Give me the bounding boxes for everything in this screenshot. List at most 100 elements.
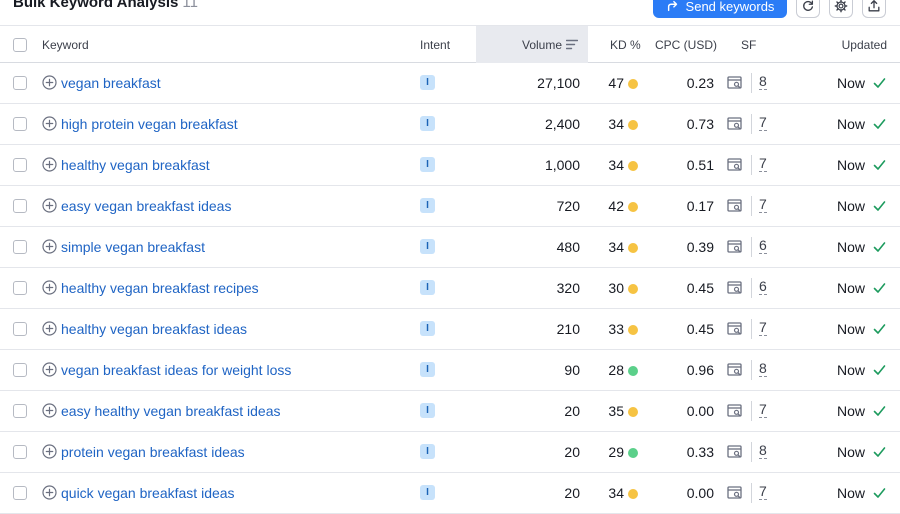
column-updated[interactable]: Updated: [842, 38, 887, 52]
select-all-checkbox[interactable]: [13, 38, 27, 52]
serp-features-icon[interactable]: [727, 117, 743, 131]
kd-difficulty-dot: [628, 448, 638, 458]
sf-count[interactable]: 6: [759, 238, 767, 254]
volume-value: 480: [556, 239, 580, 255]
sf-divider: [751, 319, 752, 339]
serp-features-icon[interactable]: [727, 281, 743, 295]
column-volume[interactable]: Volume: [522, 38, 562, 52]
kd-value: 34: [608, 485, 624, 501]
kd-value: 47: [608, 75, 624, 91]
kd-difficulty-dot: [628, 202, 638, 212]
row-checkbox[interactable]: [13, 281, 27, 295]
add-to-list-icon[interactable]: [42, 362, 57, 377]
volume-value: 2,400: [544, 116, 580, 132]
column-intent[interactable]: Intent: [420, 38, 450, 52]
keyword-link[interactable]: healthy vegan breakfast: [61, 157, 210, 173]
volume-value: 320: [556, 280, 580, 296]
serp-features-icon[interactable]: [727, 199, 743, 213]
add-to-list-icon[interactable]: [42, 280, 57, 295]
intent-badge: I: [420, 239, 435, 254]
add-to-list-icon[interactable]: [42, 321, 57, 336]
sf-count[interactable]: 7: [759, 115, 767, 131]
sf-count[interactable]: 8: [759, 74, 767, 90]
row-checkbox[interactable]: [13, 322, 27, 336]
kd-difficulty-dot: [628, 79, 638, 89]
row-checkbox[interactable]: [13, 404, 27, 418]
keyword-link[interactable]: healthy vegan breakfast ideas: [61, 321, 247, 337]
add-to-list-icon[interactable]: [42, 485, 57, 500]
sf-count[interactable]: 8: [759, 443, 767, 459]
updated-value: Now: [836, 198, 865, 214]
serp-features-icon[interactable]: [727, 240, 743, 254]
kd-difficulty-dot: [628, 120, 638, 130]
sf-count[interactable]: 7: [759, 320, 767, 336]
serp-features-icon[interactable]: [727, 158, 743, 172]
row-checkbox[interactable]: [13, 240, 27, 254]
sf-divider: [751, 114, 752, 134]
keyword-link[interactable]: simple vegan breakfast: [61, 239, 205, 255]
refresh-button[interactable]: [796, 0, 820, 18]
keyword-link[interactable]: easy healthy vegan breakfast ideas: [61, 403, 280, 419]
settings-button[interactable]: [829, 0, 853, 18]
add-to-list-icon[interactable]: [42, 198, 57, 213]
serp-features-icon[interactable]: [727, 404, 743, 418]
row-checkbox[interactable]: [13, 158, 27, 172]
keyword-link[interactable]: quick vegan breakfast ideas: [61, 485, 235, 501]
export-icon: [868, 0, 880, 11]
updated-value: Now: [836, 485, 865, 501]
row-checkbox[interactable]: [13, 363, 27, 377]
keyword-link[interactable]: protein vegan breakfast ideas: [61, 444, 245, 460]
column-kd[interactable]: KD %: [610, 38, 641, 52]
sf-count[interactable]: 6: [759, 279, 767, 295]
kd-difficulty-dot: [628, 366, 638, 376]
serp-features-icon[interactable]: [727, 363, 743, 377]
sort-icon[interactable]: [566, 39, 578, 50]
table-row: quick vegan breakfast ideas I 20 34 0.00…: [0, 473, 900, 514]
add-to-list-icon[interactable]: [42, 116, 57, 131]
sf-count[interactable]: 7: [759, 197, 767, 213]
kd-value: 35: [608, 403, 624, 419]
add-to-list-icon[interactable]: [42, 403, 57, 418]
sf-count[interactable]: 7: [759, 402, 767, 418]
page-title: Bulk Keyword Analysis 11: [13, 0, 198, 11]
check-icon: [873, 78, 886, 88]
gear-icon: [834, 0, 848, 12]
add-to-list-icon[interactable]: [42, 444, 57, 459]
serp-features-icon[interactable]: [727, 322, 743, 336]
sf-count[interactable]: 7: [759, 484, 767, 500]
add-to-list-icon[interactable]: [42, 157, 57, 172]
intent-badge: I: [420, 362, 435, 377]
column-cpc[interactable]: CPC (USD): [655, 38, 717, 52]
keyword-link[interactable]: high protein vegan breakfast: [61, 116, 238, 132]
row-checkbox[interactable]: [13, 117, 27, 131]
row-checkbox[interactable]: [13, 76, 27, 90]
column-sf[interactable]: SF: [741, 38, 756, 52]
updated-value: Now: [836, 280, 865, 296]
sf-count[interactable]: 8: [759, 361, 767, 377]
table-row: healthy vegan breakfast I 1,000 34 0.51 …: [0, 145, 900, 186]
send-keywords-button[interactable]: Send keywords: [653, 0, 787, 18]
sf-divider: [751, 442, 752, 462]
add-to-list-icon[interactable]: [42, 75, 57, 90]
sf-divider: [751, 155, 752, 175]
keyword-link[interactable]: vegan breakfast: [61, 75, 161, 91]
add-to-list-icon[interactable]: [42, 239, 57, 254]
volume-value: 27,100: [537, 75, 580, 91]
export-button[interactable]: [862, 0, 886, 18]
serp-features-icon[interactable]: [727, 445, 743, 459]
row-checkbox[interactable]: [13, 199, 27, 213]
keyword-link[interactable]: easy vegan breakfast ideas: [61, 198, 231, 214]
row-checkbox[interactable]: [13, 486, 27, 500]
check-icon: [873, 160, 886, 170]
row-checkbox[interactable]: [13, 445, 27, 459]
column-keyword[interactable]: Keyword: [42, 38, 89, 52]
keyword-link[interactable]: vegan breakfast ideas for weight loss: [61, 362, 291, 378]
serp-features-icon[interactable]: [727, 486, 743, 500]
sf-count[interactable]: 7: [759, 156, 767, 172]
check-icon: [873, 488, 886, 498]
keyword-link[interactable]: healthy vegan breakfast recipes: [61, 280, 259, 296]
serp-features-icon[interactable]: [727, 76, 743, 90]
updated-value: Now: [836, 403, 865, 419]
sf-divider: [751, 483, 752, 503]
cpc-value: 0.73: [686, 116, 714, 132]
